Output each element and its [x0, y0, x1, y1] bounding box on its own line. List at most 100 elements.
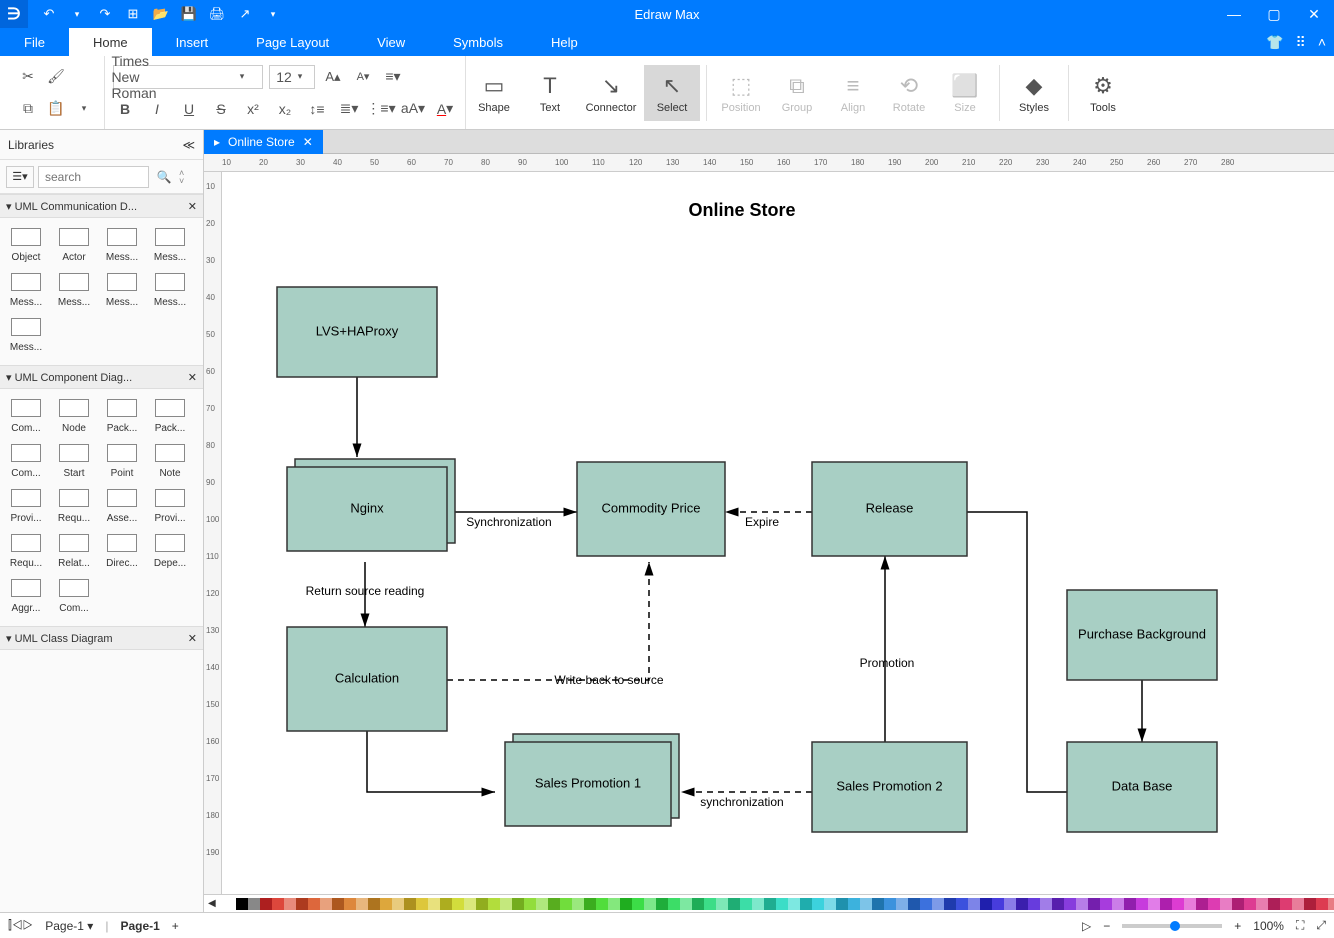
tools-button[interactable]: ⚙Tools: [1075, 65, 1131, 121]
redo-icon[interactable]: ↷: [92, 2, 118, 26]
color-swatch[interactable]: [464, 898, 476, 910]
italic-icon[interactable]: I: [145, 97, 169, 121]
color-swatch[interactable]: [1040, 898, 1052, 910]
color-swatch[interactable]: [536, 898, 548, 910]
lib-item[interactable]: Mess...: [98, 224, 146, 263]
lib-item[interactable]: Mess...: [146, 269, 194, 308]
lib-item[interactable]: Pack...: [146, 395, 194, 434]
color-swatch[interactable]: [644, 898, 656, 910]
color-swatch[interactable]: [332, 898, 344, 910]
color-swatch[interactable]: [800, 898, 812, 910]
color-swatch[interactable]: [1196, 898, 1208, 910]
color-swatch[interactable]: [596, 898, 608, 910]
color-swatch[interactable]: [260, 898, 272, 910]
color-swatch[interactable]: [1028, 898, 1040, 910]
fontcolor-icon[interactable]: A▾: [433, 97, 457, 121]
lib-item[interactable]: Relat...: [50, 530, 98, 569]
color-swatch[interactable]: [1256, 898, 1268, 910]
shape-button[interactable]: ▭Shape: [466, 65, 522, 121]
color-swatch[interactable]: [932, 898, 944, 910]
copy-icon[interactable]: ⧉: [16, 97, 40, 121]
styles-button[interactable]: ◆Styles: [1006, 65, 1062, 121]
color-swatch[interactable]: [308, 898, 320, 910]
color-swatch[interactable]: [452, 898, 464, 910]
color-swatch[interactable]: [356, 898, 368, 910]
lib-item[interactable]: Mess...: [98, 269, 146, 308]
cut-icon[interactable]: ✂: [16, 65, 40, 89]
color-swatch[interactable]: [1148, 898, 1160, 910]
grow-font-icon[interactable]: A▴: [321, 65, 345, 89]
lib-item[interactable]: Object: [2, 224, 50, 263]
color-swatch[interactable]: [512, 898, 524, 910]
shrink-font-icon[interactable]: A▾: [351, 65, 375, 89]
lib-item[interactable]: Node: [50, 395, 98, 434]
color-swatch[interactable]: [1172, 898, 1184, 910]
color-swatch[interactable]: [680, 898, 692, 910]
color-swatch[interactable]: [320, 898, 332, 910]
close-icon[interactable]: ✕: [1294, 0, 1334, 28]
color-swatch[interactable]: [620, 898, 632, 910]
color-swatch[interactable]: [908, 898, 920, 910]
position-button[interactable]: ⬚Position: [713, 65, 769, 121]
maximize-icon[interactable]: ▢: [1254, 0, 1294, 28]
menu-insert[interactable]: Insert: [152, 28, 233, 56]
menu-symbols[interactable]: Symbols: [429, 28, 527, 56]
color-swatch[interactable]: [860, 898, 872, 910]
color-swatch[interactable]: [848, 898, 860, 910]
align-button[interactable]: ≡Align: [825, 65, 881, 121]
search-icon[interactable]: 🔍: [153, 170, 175, 184]
superscript-icon[interactable]: x²: [241, 97, 265, 121]
lib-item[interactable]: Com...: [2, 440, 50, 479]
color-swatch[interactable]: [944, 898, 956, 910]
color-swatch[interactable]: [380, 898, 392, 910]
color-swatch[interactable]: [1268, 898, 1280, 910]
color-swatch[interactable]: [1016, 898, 1028, 910]
connector-button[interactable]: ↘Connector: [578, 65, 644, 121]
color-swatch[interactable]: [824, 898, 836, 910]
color-swatch[interactable]: [368, 898, 380, 910]
lib-item[interactable]: Mess...: [50, 269, 98, 308]
color-swatch[interactable]: [524, 898, 536, 910]
save-icon[interactable]: 💾: [176, 2, 202, 26]
lib-category[interactable]: ▾ UML Class Diagram✕: [0, 626, 203, 650]
color-swatch[interactable]: [1124, 898, 1136, 910]
bullets-icon[interactable]: ≣▾: [337, 97, 361, 121]
align-dd-icon[interactable]: ≡▾: [381, 65, 405, 89]
canvas[interactable]: Online StoreSynchronizationExpireReturn …: [222, 172, 1334, 894]
collapse-libs-icon[interactable]: ≪: [182, 138, 195, 152]
lib-item[interactable]: Requ...: [50, 485, 98, 524]
menu-view[interactable]: View: [353, 28, 429, 56]
tshirt-icon[interactable]: 👕: [1266, 34, 1283, 51]
color-swatch[interactable]: [716, 898, 728, 910]
select-button[interactable]: ↖Select: [644, 65, 700, 121]
format-painter-icon[interactable]: 🖌: [44, 65, 68, 89]
lib-item[interactable]: Provi...: [146, 485, 194, 524]
color-swatch[interactable]: [488, 898, 500, 910]
color-swatch[interactable]: [404, 898, 416, 910]
bullets2-icon[interactable]: ⋮≡▾: [369, 97, 393, 121]
color-swatch[interactable]: [428, 898, 440, 910]
lib-shape-dd[interactable]: ☰▾: [6, 166, 34, 188]
paste-dd-icon[interactable]: ▾: [72, 97, 96, 121]
color-swatch[interactable]: [1136, 898, 1148, 910]
fullscreen-icon[interactable]: ⤢: [1316, 918, 1326, 933]
color-swatch[interactable]: [1076, 898, 1088, 910]
color-swatch[interactable]: [1100, 898, 1112, 910]
color-swatch[interactable]: [1052, 898, 1064, 910]
color-swatch[interactable]: [224, 898, 236, 910]
menu-page-layout[interactable]: Page Layout: [232, 28, 353, 56]
color-swatch[interactable]: [1328, 898, 1334, 910]
color-swatch[interactable]: [584, 898, 596, 910]
lib-item[interactable]: Direc...: [98, 530, 146, 569]
color-swatch[interactable]: [236, 898, 248, 910]
minimize-icon[interactable]: —: [1214, 0, 1254, 28]
lib-item[interactable]: Pack...: [98, 395, 146, 434]
color-swatch[interactable]: [548, 898, 560, 910]
size-button[interactable]: ⬜Size: [937, 65, 993, 121]
case-icon[interactable]: aA▾: [401, 97, 425, 121]
color-swatch[interactable]: [392, 898, 404, 910]
new-icon[interactable]: ⊞: [120, 2, 146, 26]
tab-online-store[interactable]: ▸ Online Store ✕: [204, 130, 323, 154]
color-swatch[interactable]: [632, 898, 644, 910]
color-swatch[interactable]: [608, 898, 620, 910]
